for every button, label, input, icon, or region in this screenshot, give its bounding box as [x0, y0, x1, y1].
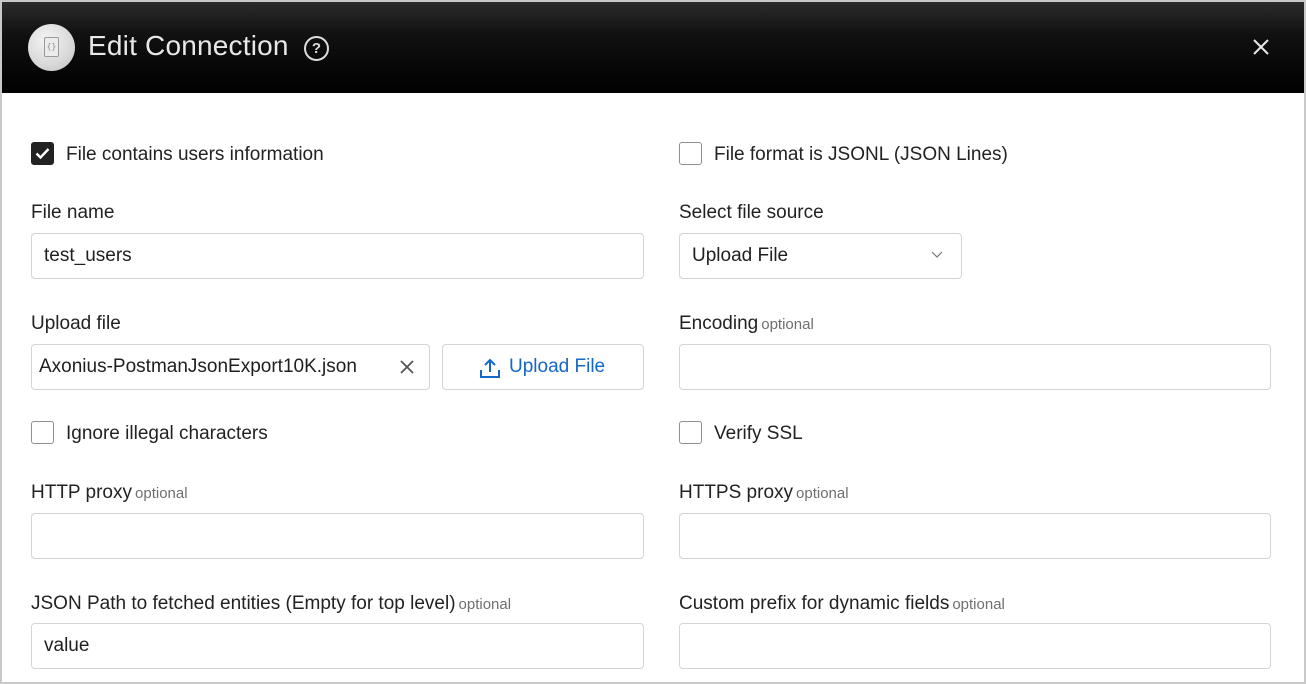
optional-tag: optional	[796, 485, 849, 502]
optional-tag: optional	[135, 485, 188, 502]
uploaded-file-name: Axonius-PostmanJsonExport10K.json	[39, 356, 357, 377]
file-name-input[interactable]: test_users	[31, 233, 644, 279]
custom-prefix-label-text: Custom prefix for dynamic fields	[679, 593, 950, 614]
file-contains-users-label: File contains users information	[66, 144, 324, 165]
ignore-illegal-chars-checkbox[interactable]	[31, 421, 54, 444]
file-source-select[interactable]: Upload File	[679, 233, 962, 279]
file-contains-users-checkbox[interactable]	[31, 142, 54, 165]
dialog-title: Edit Connection	[88, 30, 289, 61]
upload-file-button[interactable]: Upload File	[442, 344, 644, 390]
encoding-label-text: Encoding	[679, 313, 759, 334]
upload-file-button-label: Upload File	[509, 356, 606, 377]
edit-connection-dialog: {} Edit Connection ? File contains users…	[0, 0, 1306, 684]
verify-ssl-checkbox[interactable]	[679, 421, 702, 444]
optional-tag: optional	[458, 596, 512, 613]
chevron-down-icon	[931, 251, 943, 258]
file-format-jsonl-checkbox[interactable]	[679, 142, 702, 165]
json-path-label: JSON Path to fetched entities (Empty for…	[31, 593, 511, 615]
optional-tag: optional	[952, 596, 1005, 613]
checkmark-icon	[35, 148, 50, 160]
custom-prefix-label: Custom prefix for dynamic fields optional	[679, 593, 1005, 615]
json-path-label-text: JSON Path to fetched entities (Empty for…	[31, 593, 456, 614]
encoding-label: Encoding optional	[679, 313, 814, 335]
upload-icon	[480, 358, 500, 378]
https-proxy-label-text: HTTPS proxy	[679, 482, 794, 503]
http-proxy-label: HTTP proxy optional	[31, 482, 188, 504]
encoding-input[interactable]	[679, 344, 1271, 390]
verify-ssl-label: Verify SSL	[714, 423, 803, 444]
ignore-illegal-chars-label: Ignore illegal characters	[66, 423, 268, 444]
https-proxy-input[interactable]	[679, 513, 1271, 559]
file-source-selected-value: Upload File	[692, 245, 789, 266]
uploaded-file-field: Axonius-PostmanJsonExport10K.json	[31, 344, 430, 390]
upload-file-label: Upload file	[31, 313, 121, 334]
close-icon[interactable]	[1250, 36, 1272, 58]
dialog-header: {} Edit Connection ?	[2, 2, 1304, 93]
json-file-icon: {}	[28, 24, 75, 71]
optional-tag: optional	[761, 316, 814, 333]
file-name-label: File name	[31, 202, 115, 223]
clear-file-icon[interactable]	[399, 359, 415, 375]
custom-prefix-input[interactable]	[679, 623, 1271, 669]
http-proxy-label-text: HTTP proxy	[31, 482, 133, 503]
https-proxy-label: HTTPS proxy optional	[679, 482, 849, 504]
file-format-jsonl-label: File format is JSONL (JSON Lines)	[714, 144, 1008, 165]
select-file-source-label: Select file source	[679, 202, 824, 223]
http-proxy-input[interactable]	[31, 513, 644, 559]
json-path-input[interactable]: value	[31, 623, 644, 669]
help-circle-icon[interactable]: ?	[304, 36, 329, 61]
